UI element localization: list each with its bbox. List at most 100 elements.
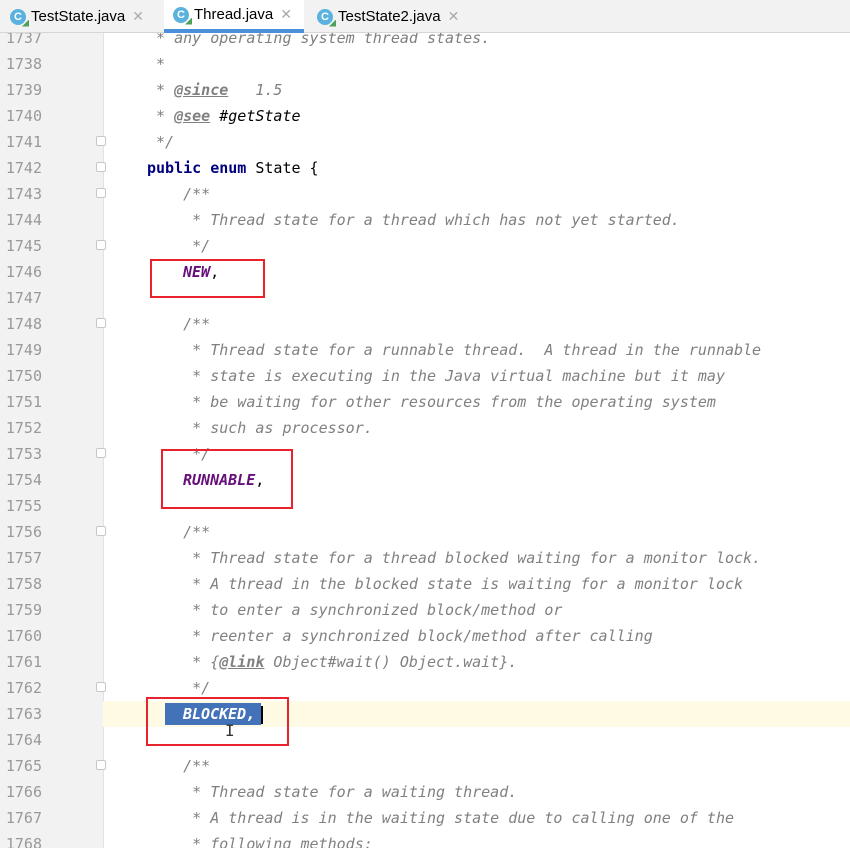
code-line[interactable]: 1768 * following methods:: [0, 831, 850, 848]
fold-marker-icon[interactable]: [96, 760, 106, 770]
comment-text: * Thread state for a runnable thread. A …: [147, 341, 762, 359]
code-line[interactable]: 1737 * any operating system thread state…: [0, 33, 850, 51]
code-line[interactable]: 1750 * state is executing in the Java vi…: [0, 363, 850, 389]
code-line[interactable]: 1762 */: [0, 675, 850, 701]
line-number: 1756: [5, 523, 42, 541]
close-icon[interactable]: ✕: [448, 8, 460, 25]
code-line[interactable]: 1761 * {@link Object#wait() Object.wait}…: [0, 649, 850, 675]
comment-text: * {: [147, 653, 220, 671]
tab-teststate2[interactable]: C TestState2.java ✕: [317, 0, 477, 33]
annotation-box-blocked: [146, 697, 289, 746]
comment-text: */: [147, 133, 175, 151]
close-icon[interactable]: ✕: [132, 8, 144, 25]
line-number: 1762: [5, 679, 42, 697]
line-number: 1755: [5, 497, 42, 515]
code-line[interactable]: 1744 * Thread state for a thread which h…: [0, 207, 850, 233]
fold-marker-icon[interactable]: [96, 526, 106, 536]
fold-marker-icon[interactable]: [96, 682, 106, 692]
line-number: 1758: [5, 575, 42, 593]
line-number: 1739: [5, 81, 42, 99]
line-number: 1768: [5, 835, 42, 848]
code-line[interactable]: 1752 * such as processor.: [0, 415, 850, 441]
annotation-box-runnable: [161, 449, 293, 509]
fold-marker-icon[interactable]: [96, 136, 106, 146]
line-number: 1747: [5, 289, 42, 307]
line-number: 1746: [5, 263, 42, 281]
code-line[interactable]: 1751 * be waiting for other resources fr…: [0, 389, 850, 415]
class-declaration: State {: [246, 159, 319, 177]
editor-tab-bar: C TestState.java ✕ C Thread.java ✕ C Tes…: [0, 0, 850, 33]
code-line[interactable]: 1755: [0, 493, 850, 519]
line-number: 1740: [5, 107, 42, 125]
line-number: 1765: [5, 757, 42, 775]
code-line[interactable]: 1766 * Thread state for a waiting thread…: [0, 779, 850, 805]
code-line[interactable]: 1758 * A thread in the blocked state is …: [0, 571, 850, 597]
line-number: 1750: [5, 367, 42, 385]
fold-marker-icon[interactable]: [96, 318, 106, 328]
line-number: 1752: [5, 419, 42, 437]
comment-text: * be waiting for other resources from th…: [147, 393, 716, 411]
code-line[interactable]: 1741 */: [0, 129, 850, 155]
line-number: 1742: [5, 159, 42, 177]
comment-text: /**: [147, 757, 211, 775]
code-line[interactable]: 1738 *: [0, 51, 850, 77]
code-line[interactable]: 1757 * Thread state for a thread blocked…: [0, 545, 850, 571]
code-line[interactable]: 1753 */: [0, 441, 850, 467]
comment-text: *: [147, 55, 166, 73]
code-line[interactable]: 1765 /**: [0, 753, 850, 779]
code-line[interactable]: 1739 * @since 1.5: [0, 77, 850, 103]
line-number: 1748: [5, 315, 42, 333]
fold-marker-icon[interactable]: [96, 162, 106, 172]
comment-text: /**: [147, 523, 211, 541]
code-line[interactable]: 1767 * A thread is in the waiting state …: [0, 805, 850, 831]
fold-marker-icon[interactable]: [96, 188, 106, 198]
class-icon: C: [317, 8, 333, 25]
comment-text: * any operating system thread states.: [147, 33, 491, 47]
tab-teststate[interactable]: C TestState.java ✕: [10, 0, 162, 33]
fold-marker-icon[interactable]: [96, 448, 106, 458]
line-number: 1754: [5, 471, 42, 489]
line-number: 1760: [5, 627, 42, 645]
code-editor[interactable]: 1737 * any operating system thread state…: [0, 33, 850, 848]
code-line[interactable]: 1742 public enum State {: [0, 155, 850, 181]
line-number: 1744: [5, 211, 42, 229]
javadoc-tag: @since: [174, 81, 229, 99]
fold-marker-icon[interactable]: [96, 240, 106, 250]
comment-text: * A thread is in the waiting state due t…: [147, 809, 734, 827]
class-icon: C: [10, 8, 26, 25]
comment-text: /**: [147, 185, 211, 203]
comment-text: * state is executing in the Java virtual…: [147, 367, 725, 385]
keyword: public enum: [147, 159, 247, 177]
code-line[interactable]: 1747: [0, 285, 850, 311]
annotation-box-new: [150, 259, 265, 298]
code-line[interactable]: 1748 /**: [0, 311, 850, 337]
close-icon[interactable]: ✕: [280, 6, 292, 23]
line-number: 1767: [5, 809, 42, 827]
comment-text: */: [147, 237, 211, 255]
tab-thread[interactable]: C Thread.java ✕: [164, 0, 304, 33]
comment-text: * Thread state for a thread which has no…: [147, 211, 680, 229]
code-line[interactable]: 1745 */: [0, 233, 850, 259]
comment-text: * to enter a synchronized block/method o…: [147, 601, 563, 619]
comment-text: * such as processor.: [147, 419, 373, 437]
code-line[interactable]: 1740 * @see #getState: [0, 103, 850, 129]
code-line[interactable]: 1756 /**: [0, 519, 850, 545]
code-line[interactable]: 1760 * reenter a synchronized block/meth…: [0, 623, 850, 649]
code-line[interactable]: 1743 /**: [0, 181, 850, 207]
line-number: 1738: [5, 55, 42, 73]
text-cursor-icon: I: [225, 721, 235, 740]
code-line[interactable]: 1749 * Thread state for a runnable threa…: [0, 337, 850, 363]
line-number: 1757: [5, 549, 42, 567]
code-line[interactable]: 1754 RUNNABLE,: [0, 467, 850, 493]
line-number: 1763: [5, 705, 42, 723]
tab-label: TestState2.java: [338, 8, 441, 25]
code-line[interactable]: 1759 * to enter a synchronized block/met…: [0, 597, 850, 623]
line-number: 1761: [5, 653, 42, 671]
code-line[interactable]: 1764: [0, 727, 850, 753]
comment-text: * following methods:: [147, 835, 373, 848]
code-text: * @since 1.5: [147, 77, 282, 103]
line-number: 1741: [5, 133, 42, 151]
line-number: 1737: [5, 33, 42, 47]
code-line[interactable]: 1746 NEW,: [0, 259, 850, 285]
code-line[interactable]: 1763 BLOCKED,: [0, 701, 850, 727]
